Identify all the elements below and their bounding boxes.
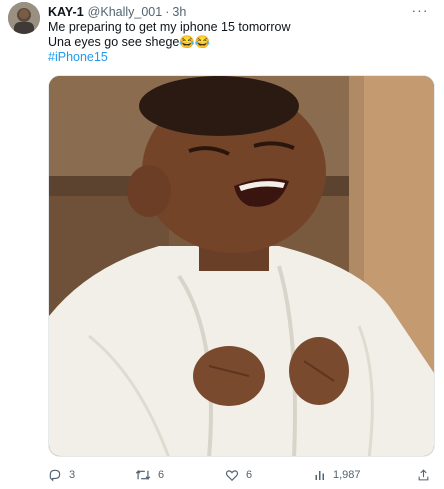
like-icon bbox=[225, 470, 239, 482]
author-name[interactable]: KAY-1 bbox=[48, 5, 84, 19]
tweet-text-line-2: Una eyes go see shege😂😂 bbox=[48, 35, 211, 49]
share-button[interactable] bbox=[417, 466, 430, 484]
tweet-header: KAY-1 @Khally_001 · 3h bbox=[48, 4, 186, 20]
timestamp[interactable]: 3h bbox=[172, 5, 186, 19]
views-button[interactable]: 1,987 bbox=[314, 466, 361, 484]
share-icon bbox=[418, 469, 429, 481]
tweet-text-line-1: Me preparing to get my iphone 15 tomorro… bbox=[48, 20, 291, 34]
tweet-text: Me preparing to get my iphone 15 tomorro… bbox=[48, 20, 408, 65]
like-count: 6 bbox=[246, 469, 253, 481]
reply-count: 3 bbox=[69, 469, 76, 481]
retweet-button[interactable]: 6 bbox=[135, 466, 164, 484]
reply-button[interactable]: 3 bbox=[48, 466, 75, 484]
avatar[interactable] bbox=[8, 2, 40, 34]
author-handle[interactable]: @Khally_001 bbox=[88, 5, 163, 19]
views-count: 1,987 bbox=[333, 469, 361, 481]
retweet-icon bbox=[135, 469, 151, 481]
tweet-image[interactable] bbox=[48, 75, 435, 457]
reply-icon bbox=[49, 469, 61, 482]
hashtag-link[interactable]: #iPhone15 bbox=[48, 50, 408, 65]
separator-dot: · bbox=[165, 5, 170, 19]
retweet-count: 6 bbox=[158, 469, 165, 481]
action-bar: 3 6 6 1,987 bbox=[48, 466, 433, 484]
more-icon[interactable]: ··· bbox=[410, 2, 430, 18]
like-button[interactable]: 6 bbox=[225, 466, 252, 484]
views-icon bbox=[315, 471, 324, 480]
